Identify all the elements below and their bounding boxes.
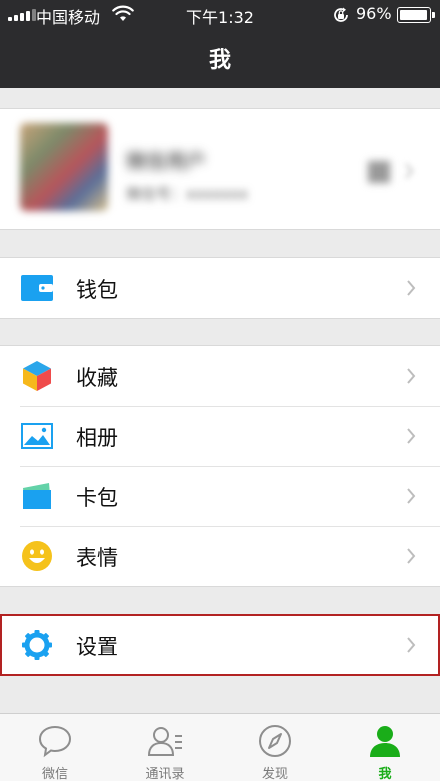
profile-wechat-id: 微信号：xxxxxxx [126, 185, 249, 203]
menu-item-label: 表情 [76, 546, 118, 570]
chat-bubble-icon [38, 725, 72, 758]
battery-percent: 96% [356, 4, 392, 23]
smiley-icon [20, 540, 54, 572]
favorites-cube-icon [20, 360, 54, 392]
menu-item-settings[interactable]: 设置 [0, 615, 440, 675]
menu-item-album[interactable]: 相册 [0, 406, 440, 466]
chevron-right-icon [407, 488, 416, 504]
avatar [20, 123, 108, 211]
tab-chats[interactable]: 微信 [0, 714, 110, 781]
menu-item-favorites[interactable]: 收藏 [0, 346, 440, 406]
page-title: 我 [208, 48, 231, 73]
menu-item-label: 相册 [76, 426, 118, 450]
tab-contacts[interactable]: 通讯录 [110, 714, 220, 781]
tab-label: 我 [378, 767, 392, 781]
card-package-icon [20, 480, 54, 512]
profile-card[interactable]: 微信用户 微信号：xxxxxxx [0, 108, 440, 230]
battery-icon [397, 7, 435, 23]
tab-label: 通讯录 [145, 767, 185, 781]
chevron-right-icon [407, 368, 416, 384]
top-bar: 中国移动 下午1:32 96% 我 [0, 0, 440, 88]
chevron-right-icon [407, 548, 416, 564]
status-bar: 中国移动 下午1:32 96% [0, 0, 440, 30]
settings-group: 设置 [0, 614, 440, 676]
album-icon [20, 420, 54, 452]
menu-item-label: 钱包 [76, 278, 118, 302]
menu-item-label: 设置 [76, 635, 118, 659]
compass-icon [259, 725, 291, 757]
chevron-right-icon [407, 637, 416, 653]
menu-item-wallet[interactable]: 钱包 [0, 258, 440, 318]
tab-bar: 微信 通讯录 发现 我 [0, 713, 440, 781]
profile-name: 微信用户 [126, 149, 206, 173]
chevron-right-icon [405, 163, 414, 179]
tab-me[interactable]: 我 [330, 714, 440, 781]
collection-group: 收藏 相册 卡包 表情 [0, 345, 440, 587]
menu-item-stickers[interactable]: 表情 [0, 526, 440, 586]
person-icon [370, 726, 400, 757]
gear-icon [20, 629, 54, 661]
battery-fill [400, 10, 427, 20]
qr-code-icon [368, 161, 390, 183]
wallet-group: 钱包 [0, 257, 440, 319]
menu-item-label: 收藏 [76, 366, 118, 390]
menu-item-label: 卡包 [76, 486, 118, 510]
chevron-right-icon [407, 280, 416, 296]
tab-label: 微信 [41, 767, 68, 781]
rotation-lock-icon [334, 7, 348, 22]
tab-label: 发现 [261, 767, 288, 781]
chevron-right-icon [407, 428, 416, 444]
menu-item-card-package[interactable]: 卡包 [0, 466, 440, 526]
contacts-icon [147, 727, 182, 756]
wallet-icon [20, 272, 54, 304]
tab-discover[interactable]: 发现 [220, 714, 330, 781]
